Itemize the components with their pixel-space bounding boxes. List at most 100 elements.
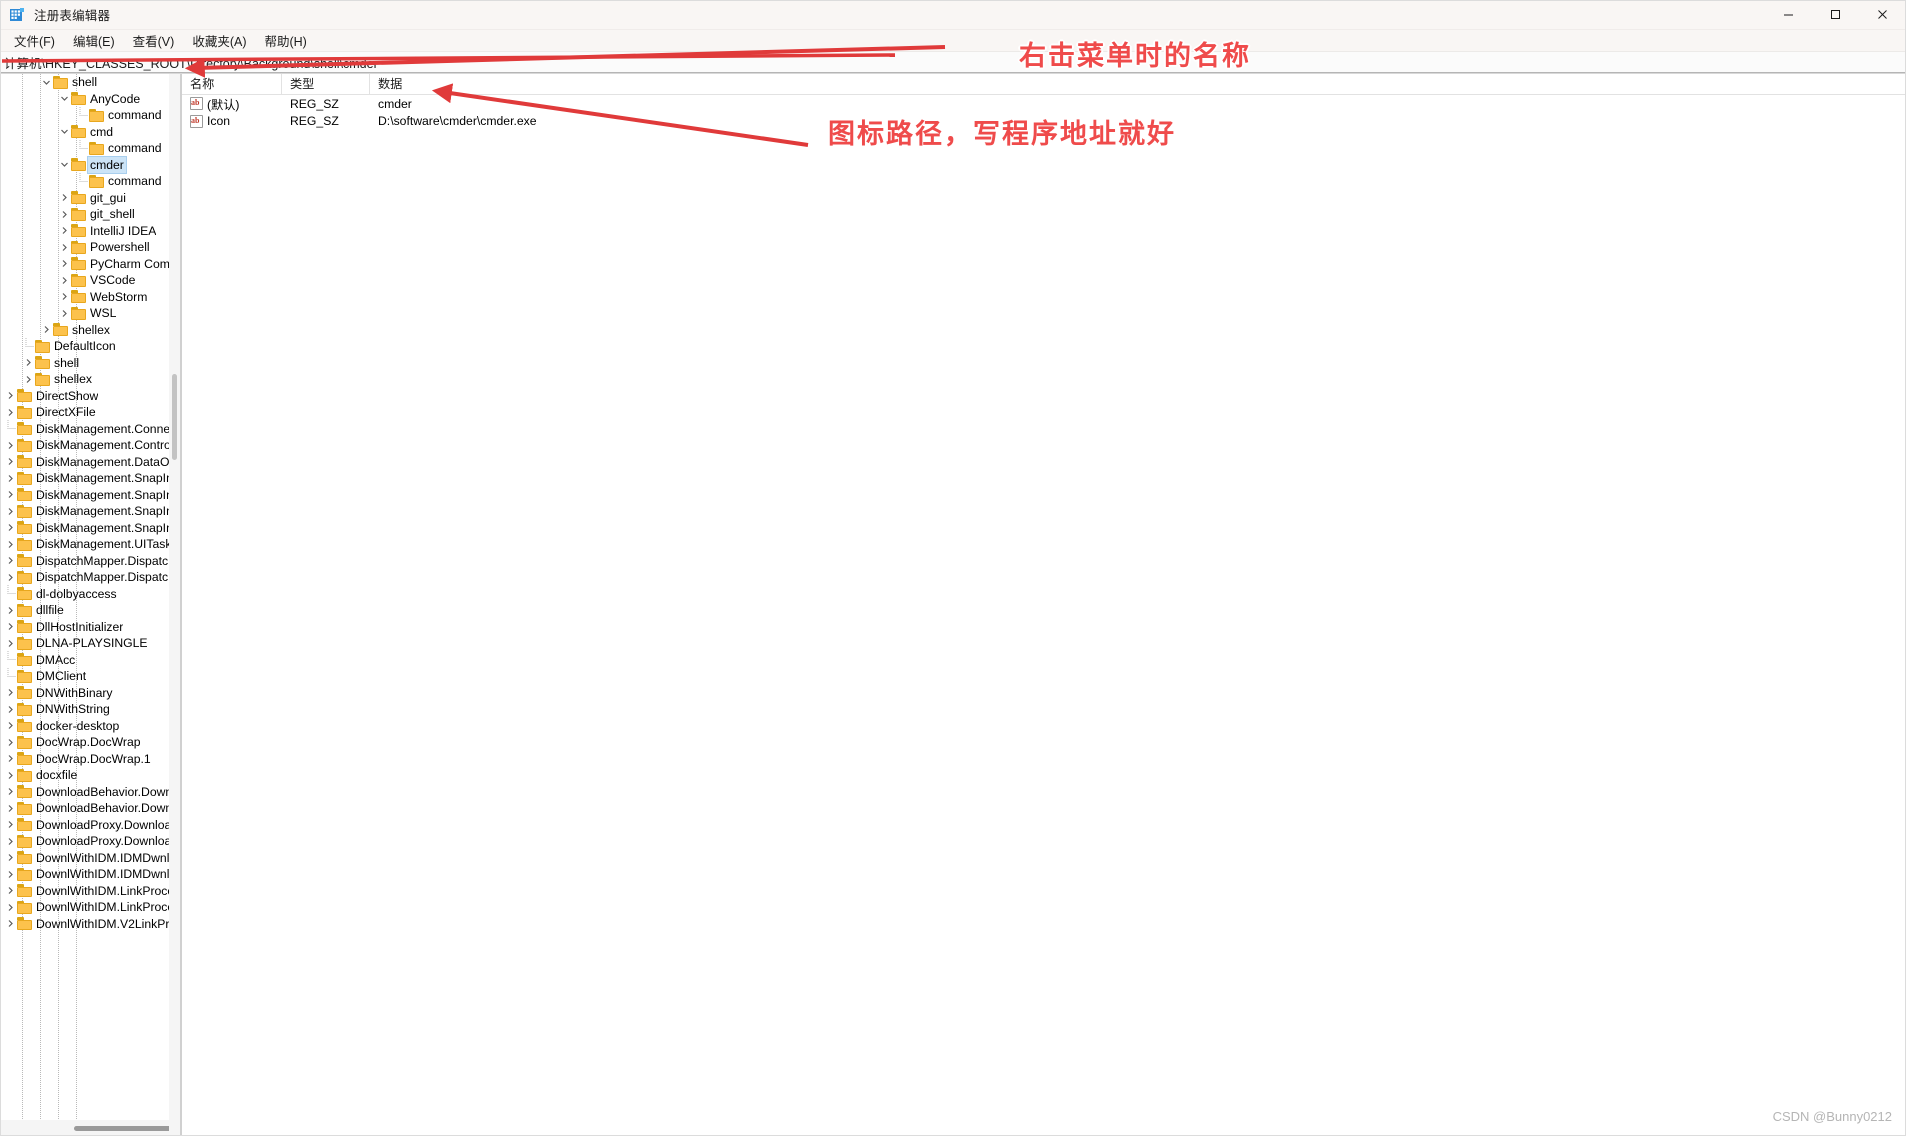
chevron-right-icon[interactable] — [22, 355, 35, 371]
tree-item[interactable]: DownlWithIDM.V2LinkPro — [0, 916, 169, 933]
chevron-right-icon[interactable] — [58, 256, 71, 272]
tree-item[interactable]: DiskManagement.SnapIn — [0, 487, 169, 504]
chevron-right-icon[interactable] — [4, 718, 17, 734]
tree-horizontal-scrollbar[interactable] — [0, 1120, 179, 1136]
chevron-right-icon[interactable] — [4, 767, 17, 783]
chevron-right-icon[interactable] — [4, 404, 17, 420]
tree-item[interactable]: command — [0, 172, 169, 190]
tree-item[interactable]: DownloadBehavior.Down — [0, 800, 169, 817]
tree-item[interactable]: DownloadBehavior.Down — [0, 784, 169, 801]
chevron-right-icon[interactable] — [58, 239, 71, 255]
tree-item[interactable]: DefaultIcon — [0, 337, 169, 355]
tree-item[interactable]: DiskManagement.UITask — [0, 536, 169, 553]
tree-item[interactable]: DNWithString — [0, 701, 169, 718]
tree-item[interactable]: DllHostInitializer — [0, 619, 169, 636]
tree-item[interactable]: shell — [0, 355, 169, 372]
tree-item[interactable]: shellex — [0, 322, 169, 339]
tree-item[interactable]: DownloadProxy.Downloa — [0, 817, 169, 834]
tree-item[interactable]: VSCode — [0, 272, 169, 289]
tree-item[interactable]: AnyCode — [0, 91, 169, 108]
tree-item[interactable]: DMAcc — [0, 651, 169, 669]
chevron-right-icon[interactable] — [58, 190, 71, 206]
chevron-right-icon[interactable] — [4, 899, 17, 915]
chevron-right-icon[interactable] — [4, 388, 17, 404]
chevron-down-icon[interactable] — [58, 157, 71, 173]
tree-item[interactable]: command — [0, 106, 169, 124]
tree-item[interactable]: git_gui — [0, 190, 169, 207]
tree-item[interactable]: WSL — [0, 305, 169, 322]
tree-item[interactable]: DiskManagement.DataO — [0, 454, 169, 471]
tree-item[interactable]: DownlWithIDM.IDMDwnl — [0, 850, 169, 867]
tree-item[interactable]: DLNA-PLAYSINGLE — [0, 635, 169, 652]
chevron-right-icon[interactable] — [4, 784, 17, 800]
menu-file[interactable]: 文件(F) — [5, 29, 64, 52]
value-row[interactable]: (默认) REG_SZ cmder — [182, 95, 1906, 113]
chevron-right-icon[interactable] — [4, 520, 17, 536]
chevron-right-icon[interactable] — [4, 470, 17, 486]
chevron-right-icon[interactable] — [4, 569, 17, 585]
chevron-right-icon[interactable] — [4, 833, 17, 849]
tree-item[interactable]: DispatchMapper.Dispatc — [0, 569, 169, 586]
menu-edit[interactable]: 编辑(E) — [64, 29, 124, 52]
tree-item[interactable]: DiskManagement.Conne — [0, 420, 169, 438]
tree-vertical-scrollbar[interactable] — [169, 74, 180, 1120]
chevron-right-icon[interactable] — [4, 701, 17, 717]
chevron-right-icon[interactable] — [22, 371, 35, 387]
chevron-right-icon[interactable] — [4, 883, 17, 899]
tree-item[interactable]: cmd — [0, 124, 169, 141]
tree-item[interactable]: docxfile — [0, 767, 169, 784]
tree-item[interactable]: WebStorm — [0, 289, 169, 306]
column-type[interactable]: 类型 — [282, 74, 370, 95]
tree-item[interactable]: DMClient — [0, 667, 169, 685]
menu-view[interactable]: 查看(V) — [124, 29, 184, 52]
chevron-right-icon[interactable] — [4, 602, 17, 618]
chevron-right-icon[interactable] — [4, 734, 17, 750]
chevron-right-icon[interactable] — [58, 272, 71, 288]
maximize-button[interactable] — [1812, 0, 1859, 30]
tree-item[interactable]: DownloadProxy.Downloa — [0, 833, 169, 850]
column-name[interactable]: 名称 — [182, 74, 282, 95]
chevron-right-icon[interactable] — [4, 437, 17, 453]
chevron-right-icon[interactable] — [4, 487, 17, 503]
tree-item[interactable]: dl-dolbyaccess — [0, 585, 169, 603]
close-button[interactable] — [1859, 0, 1906, 30]
chevron-down-icon[interactable] — [58, 124, 71, 140]
tree-item[interactable]: DocWrap.DocWrap.1 — [0, 751, 169, 768]
chevron-right-icon[interactable] — [4, 553, 17, 569]
tree-item[interactable]: DownlWithIDM.LinkProce — [0, 883, 169, 900]
chevron-right-icon[interactable] — [4, 619, 17, 635]
chevron-right-icon[interactable] — [58, 289, 71, 305]
minimize-button[interactable] — [1765, 0, 1812, 30]
tree-item[interactable]: DocWrap.DocWrap — [0, 734, 169, 751]
tree-item[interactable]: shellex — [0, 371, 169, 388]
chevron-right-icon[interactable] — [4, 635, 17, 651]
tree-item[interactable]: DispatchMapper.Dispatc — [0, 553, 169, 570]
chevron-right-icon[interactable] — [4, 916, 17, 932]
tree-item[interactable]: DiskManagement.SnapIn — [0, 503, 169, 520]
chevron-right-icon[interactable] — [4, 800, 17, 816]
tree-item[interactable]: DiskManagement.Contro — [0, 437, 169, 454]
tree-item[interactable]: shell — [0, 74, 169, 91]
chevron-right-icon[interactable] — [58, 223, 71, 239]
tree-item[interactable]: DownlWithIDM.LinkProce — [0, 899, 169, 916]
chevron-right-icon[interactable] — [58, 206, 71, 222]
chevron-right-icon[interactable] — [40, 322, 53, 338]
chevron-down-icon[interactable] — [58, 91, 71, 107]
chevron-right-icon[interactable] — [4, 503, 17, 519]
address-bar[interactable]: 计算机\HKEY_CLASSES_ROOT\Directory\Backgrou… — [0, 52, 1906, 73]
value-row[interactable]: Icon REG_SZ D:\software\cmder\cmder.exe — [182, 113, 1906, 131]
chevron-right-icon[interactable] — [4, 536, 17, 552]
tree-item[interactable]: DiskManagement.SnapIn — [0, 520, 169, 537]
tree-item[interactable]: PyCharm Commu — [0, 256, 169, 273]
menu-favorites[interactable]: 收藏夹(A) — [183, 29, 255, 52]
chevron-right-icon[interactable] — [4, 685, 17, 701]
chevron-right-icon[interactable] — [4, 850, 17, 866]
tree-item[interactable]: command — [0, 139, 169, 157]
chevron-down-icon[interactable] — [40, 74, 53, 90]
chevron-right-icon[interactable] — [4, 866, 17, 882]
menu-help[interactable]: 帮助(H) — [255, 29, 315, 52]
tree-item[interactable]: Powershell — [0, 239, 169, 256]
tree-item[interactable]: IntelliJ IDEA — [0, 223, 169, 240]
tree-item[interactable]: git_shell — [0, 206, 169, 223]
tree-item[interactable]: dllfile — [0, 602, 169, 619]
